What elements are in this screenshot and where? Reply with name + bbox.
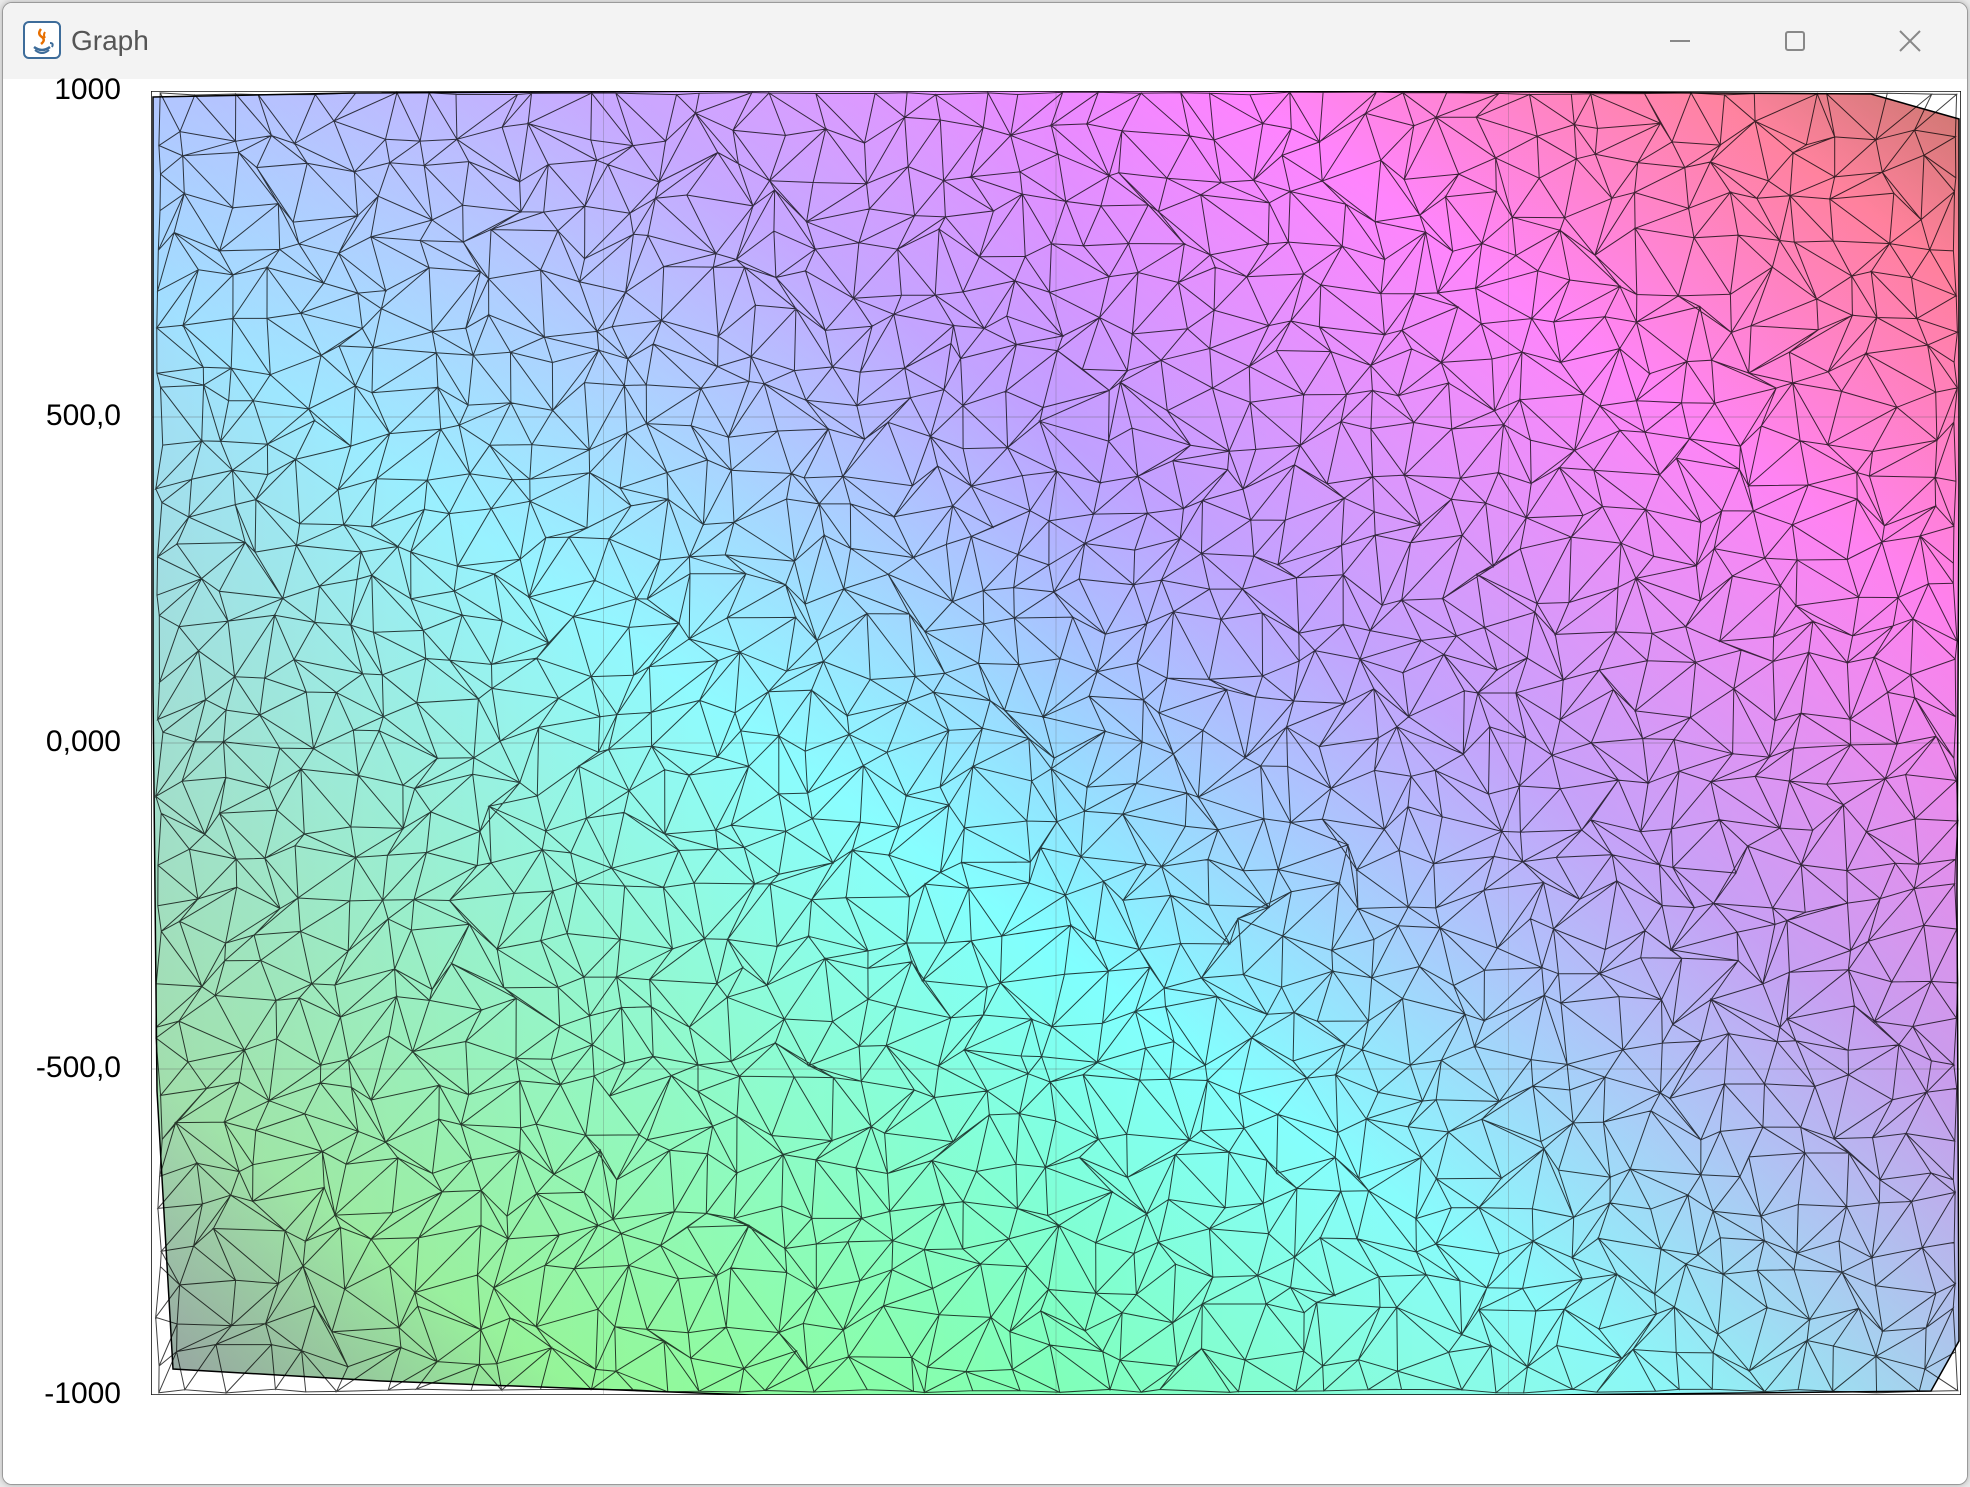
y-tick-label: -500,0	[35, 1051, 121, 1084]
maximize-button[interactable]	[1750, 13, 1840, 69]
graph-window: Graph 1000 500,0 0,000 -500,0 -1000	[2, 2, 1968, 1485]
y-tick-label: 500,0	[45, 399, 121, 432]
graph-content: 1000 500,0 0,000 -500,0 -1000	[3, 73, 1967, 1484]
title-bar[interactable]: Graph	[3, 3, 1967, 79]
maximize-icon	[1785, 31, 1805, 51]
window-title: Graph	[71, 25, 149, 56]
y-tick-label: -1000	[44, 1377, 121, 1410]
close-button[interactable]	[1865, 13, 1955, 69]
close-icon	[1899, 30, 1921, 52]
y-tick-label: 0,000	[45, 725, 121, 758]
minimize-button[interactable]	[1635, 13, 1725, 69]
triangulation-plot[interactable]	[151, 91, 1961, 1395]
java-icon	[23, 21, 61, 59]
minimize-icon	[1670, 40, 1690, 42]
y-tick-label: 1000	[54, 73, 121, 106]
